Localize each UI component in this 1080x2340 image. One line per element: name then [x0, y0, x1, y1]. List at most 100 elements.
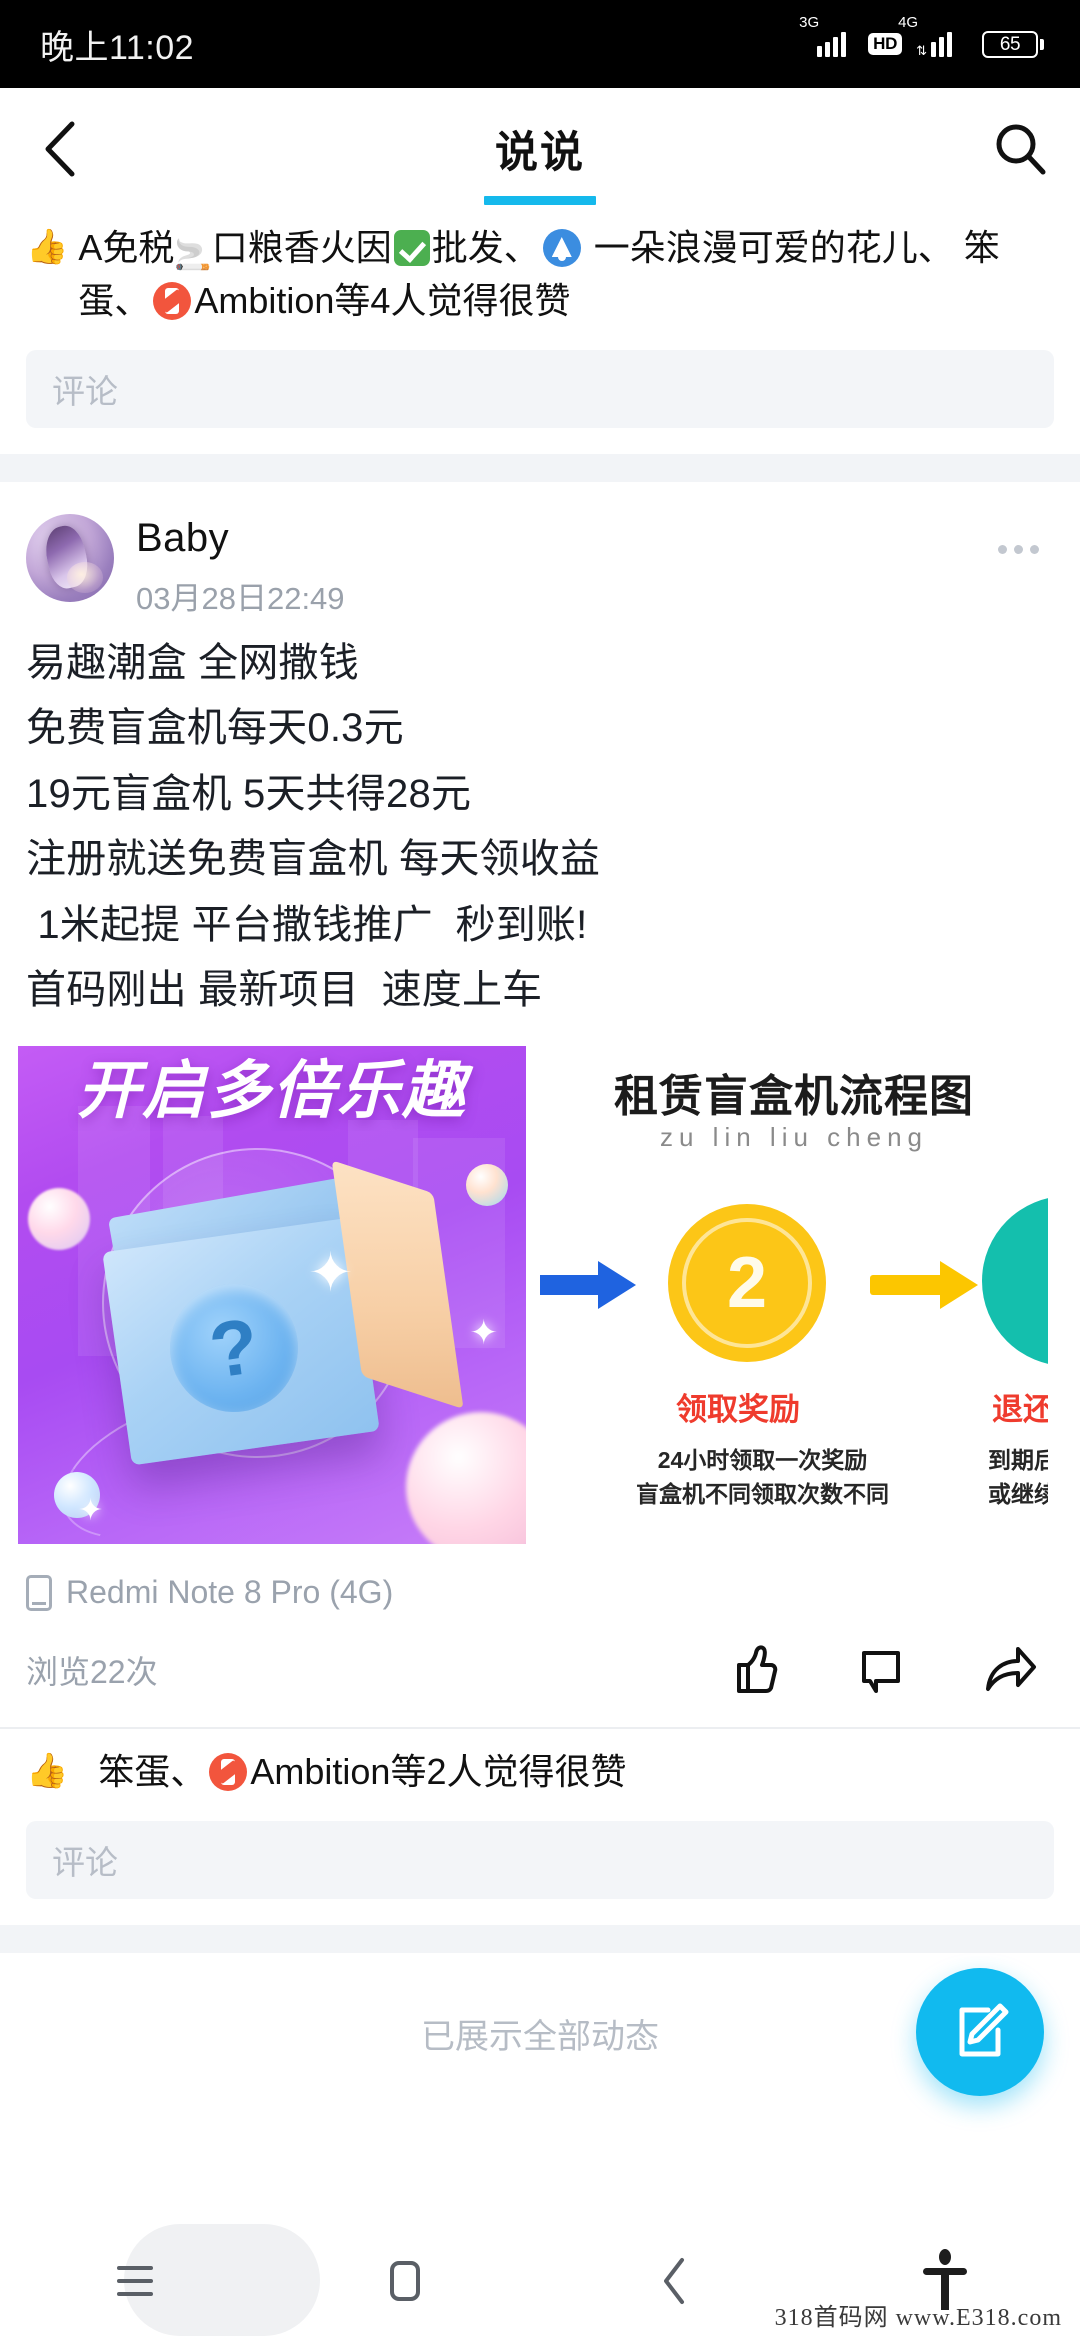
recents-button[interactable]: [0, 2222, 320, 2340]
rental-flowchart-graphic: 租赁盲盒机流程图 zu lin liu cheng 2 领取奖励 退还 24小时…: [540, 1046, 1048, 1545]
check-mark-emoji: [393, 230, 430, 266]
post-action-buttons: [722, 1639, 1040, 1701]
site-watermark: 318首码网 www.E318.com: [774, 2305, 1062, 2331]
cigarette-emoji: 🚬: [174, 239, 212, 272]
compose-fab-button[interactable]: [916, 1968, 1044, 2096]
hd-voice-icon: HD: [868, 32, 903, 56]
like-name-4: 一朵浪漫可爱的花: [593, 227, 882, 268]
nav-back-icon: [664, 2258, 684, 2304]
signal-sim1-icon: 3G: [799, 15, 854, 57]
device-name: Redmi Note 8 Pro (4G): [66, 1574, 394, 1611]
back-button[interactable]: [0, 88, 120, 210]
radioactive-emoji: [542, 229, 581, 267]
app-bar: 说说: [0, 88, 1080, 210]
data-transfer-icon: ⇅: [916, 43, 927, 58]
phone-screen: 晚上11:02 3G HD 4G ⇅ 65 说说 👍 A免税🚬口粮香火因 批发、…: [0, 0, 1080, 2340]
post-author-name[interactable]: Baby: [136, 516, 986, 561]
feed-separator-bottom: [0, 1925, 1080, 1954]
page-title: 说说: [495, 129, 585, 177]
sparkle-icon: ✦: [469, 1314, 499, 1353]
post-image-row: 开启多倍乐趣 ? ✦ ✦ ✦ 租赁盲盒机流程图 zu lin liu cheng…: [0, 1032, 1080, 1545]
likes-summary-top[interactable]: 👍 A免税🚬口粮香火因 批发、 一朵浪漫可爱的花儿、 笨蛋、 Ambition等4人…: [0, 205, 1080, 336]
active-tab-indicator: [484, 196, 596, 205]
status-bar-icons: 3G HD 4G ⇅ 65: [799, 15, 1044, 58]
thumbs-up-icon: 👍: [26, 1752, 69, 1791]
post-device-label: Redmi Note 8 Pro (4G): [0, 1544, 1080, 1611]
nav-back-button[interactable]: [540, 2222, 810, 2340]
home-square-icon: [390, 2261, 420, 2301]
like-name-1: 笨蛋、: [98, 1751, 207, 1793]
more-horizontal-icon: [997, 544, 1007, 554]
share-arrow-icon: [986, 1647, 1036, 1692]
like-name-1: A免税: [78, 227, 175, 268]
arrow-yellow-icon: [870, 1261, 978, 1310]
signal-sim2-icon: 4G ⇅: [898, 15, 968, 58]
post-header: Baby 03月28日22:49: [0, 482, 1080, 618]
step-number: 2: [726, 1243, 768, 1324]
step-sub-refund: 到期后 或继续: [988, 1444, 1048, 1511]
post-text-line: 首码刚出 最新项目 速度上车: [26, 968, 543, 1013]
no-smoking-emoji: [209, 1753, 248, 1792]
like-name-2: 口粮香火因: [211, 227, 392, 268]
step-sub-line: 到期后: [988, 1447, 1048, 1474]
post-image-blindbox[interactable]: 开启多倍乐趣 ? ✦ ✦ ✦: [18, 1046, 526, 1545]
step-coin-badge: 2: [668, 1204, 826, 1363]
battery-percent-label: 65: [999, 33, 1021, 55]
like-name-6: Ambition等4人觉得很赞: [194, 280, 571, 322]
comment-button[interactable]: [850, 1639, 912, 1701]
likes-summary-text: A免税🚬口粮香火因 批发、 一朵浪漫可爱的花儿、 笨蛋、 Ambition等4人觉得…: [78, 223, 1054, 326]
comment-input-top[interactable]: 评论: [26, 350, 1054, 429]
status-bar: 晚上11:02 3G HD 4G ⇅ 65: [0, 0, 1080, 88]
recents-menu-icon: [117, 2266, 153, 2296]
sparkle-icon: ✦: [78, 1494, 104, 1528]
post-text-body: 易趣潮盒 全网撒钱 免费盲盒机每天0.3元 19元盲盒机 5天共得28元 注册就…: [0, 618, 1080, 1013]
post-author-block: Baby 03月28日22:49: [136, 514, 986, 618]
feed-separator: [0, 454, 1080, 483]
no-smoking-emoji: [153, 282, 192, 321]
likes-summary-bottom[interactable]: 👍 笨蛋、 Ambition等2人觉得很赞: [0, 1729, 1080, 1807]
arrow-blue-icon: [540, 1261, 636, 1310]
chevron-left-icon: [45, 121, 75, 177]
comment-bubble-icon: [862, 1651, 900, 1694]
flowchart-title: 租赁盲盒机流程图: [614, 1072, 974, 1122]
search-button[interactable]: [960, 88, 1080, 210]
blindbox-promo-graphic: 开启多倍乐趣 ? ✦ ✦ ✦: [18, 1046, 526, 1545]
step-label-claim: 领取奖励: [676, 1392, 800, 1428]
step-label-refund: 退还: [992, 1392, 1048, 1428]
sparkle-icon: ✦: [308, 1243, 354, 1304]
like-button[interactable]: [722, 1639, 784, 1701]
like-name-2: Ambition等2人觉得很赞: [250, 1751, 627, 1793]
search-icon: [996, 124, 1046, 175]
step-sub-line: 盲盒机不同领取次数不同: [636, 1480, 889, 1507]
post-more-button[interactable]: [986, 514, 1050, 570]
battery-icon: 65: [982, 30, 1044, 58]
sim2-network-label: 4G: [898, 14, 919, 31]
likes-summary-text: 笨蛋、 Ambition等2人觉得很赞: [78, 1747, 1054, 1797]
compose-edit-icon: [959, 2003, 1009, 2057]
step-sub-claim: 24小时领取一次奖励 盲盒机不同领取次数不同: [636, 1444, 889, 1511]
comment-input-bottom[interactable]: 评论: [26, 1821, 1054, 1900]
post-text-line: 1米起提 平台撒钱推广 秒到账!: [26, 902, 588, 947]
post-text-line: 易趣潮盒 全网撒钱: [26, 641, 359, 686]
step-teal-badge: [982, 1196, 1048, 1367]
step-sub-line: 或继续: [988, 1480, 1048, 1507]
decor-orb: [28, 1188, 90, 1251]
comment-section-top: 评论: [0, 336, 1080, 455]
like-name-3: 批发、: [431, 227, 540, 268]
home-button[interactable]: [270, 2222, 540, 2340]
post-card: Baby 03月28日22:49 易趣潮盒 全网撒钱 免费盲盒机每天0.3元 1…: [0, 482, 1080, 1926]
post-action-row: 浏览22次: [0, 1611, 1080, 1727]
thumbs-up-icon: [737, 1645, 778, 1694]
step-sub-line: 24小时领取一次奖励: [657, 1447, 868, 1474]
post-text-line: 免费盲盒机每天0.3元: [26, 706, 404, 751]
comment-section-bottom: 评论: [0, 1807, 1080, 1926]
post-image-flowchart[interactable]: 租赁盲盒机流程图 zu lin liu cheng 2 领取奖励 退还 24小时…: [540, 1046, 1048, 1545]
post-text-line: 注册就送免费盲盒机 每天领收益: [26, 837, 601, 882]
previous-post-tail: 👍 A免税🚬口粮香火因 批发、 一朵浪漫可爱的花儿、 笨蛋、 Ambition等4人…: [0, 205, 1080, 455]
view-count: 浏览22次: [26, 1654, 158, 1691]
thumbs-up-icon: 👍: [26, 228, 69, 266]
post-timestamp: 03月28日22:49: [136, 581, 345, 617]
status-bar-clock: 晚上11:02: [40, 28, 195, 67]
avatar[interactable]: [26, 514, 114, 603]
share-button[interactable]: [978, 1639, 1040, 1701]
